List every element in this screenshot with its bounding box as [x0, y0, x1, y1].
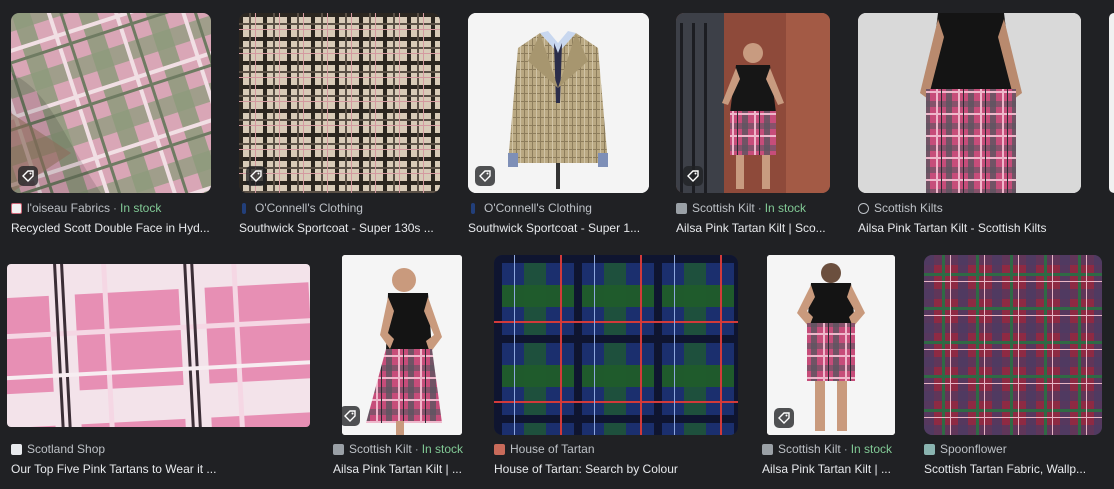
result-source-line: Spoonflower — [924, 441, 1102, 457]
image-results-grid: l'oiseau Fabrics · In stock Recycled Sco… — [0, 0, 1114, 489]
source-name: Spoonflower — [940, 442, 1007, 456]
price-tag-icon — [774, 408, 794, 428]
kilt-icon — [762, 443, 773, 455]
result-title[interactable]: Ailsa Pink Tartan Kilt | ... — [762, 461, 900, 477]
price-tag-icon — [246, 166, 266, 186]
result-card[interactable]: Scottish Kilt · In stock Ailsa Pink Tart… — [676, 13, 830, 238]
blue-green-tartan-image — [494, 255, 738, 435]
result-title[interactable]: Ailsa Pink Tartan Kilt | ... — [333, 461, 473, 477]
spoonflower-icon — [924, 443, 935, 455]
result-title[interactable]: Recycled Scott Double Face in Hyd... — [11, 220, 211, 236]
result-source-line: O'Connell's Clothing — [239, 200, 440, 216]
green-pink-plaid-fabric-image — [11, 13, 211, 193]
source-name: Scotland Shop — [27, 442, 106, 456]
result-title[interactable]: Ailsa Pink Tartan Kilt - Scottish Kilts — [858, 220, 1081, 236]
source-name: Scottish Kilts — [874, 201, 943, 215]
fabric-thumbnail[interactable] — [494, 255, 738, 435]
result-source-line: House of Tartan — [494, 441, 738, 457]
kilt-icon — [676, 202, 687, 214]
fabric-thumbnail[interactable] — [7, 264, 310, 427]
result-card[interactable]: House of Tartan House of Tartan: Search … — [494, 255, 738, 480]
source-name: O'Connell's Clothing — [484, 201, 592, 215]
fabric-thumbnail[interactable] — [924, 255, 1102, 435]
source-name: House of Tartan — [510, 442, 595, 456]
result-card[interactable]: O'Connell's Clothing Southwick Sportcoat… — [468, 13, 649, 238]
man-in-kilt-image — [342, 255, 462, 435]
stock-status: In stock — [850, 442, 893, 456]
multicolor-tartan-image — [924, 255, 1102, 435]
separator-dot: · — [414, 442, 419, 456]
result-card[interactable]: Scotland Shop Our Top Five Pink Tartans … — [7, 264, 310, 480]
result-card[interactable]: Scottish Kilt · In stock Ailsa Pink Tart… — [333, 255, 473, 480]
oconnells-icon — [242, 202, 246, 214]
result-source-line: l'oiseau Fabrics · In stock — [11, 200, 211, 216]
black-check-fabric-image — [239, 13, 440, 193]
oconnells-icon — [471, 202, 475, 214]
result-card[interactable]: O'Connell's Clothing Southwick Sportcoat… — [239, 13, 440, 238]
result-card[interactable]: Spoonflower Scottish Tartan Fabric, Wall… — [924, 255, 1102, 480]
price-tag-icon — [475, 166, 495, 186]
man-in-kilt-image — [858, 13, 1081, 193]
globe-icon — [858, 202, 869, 214]
partial-thumbnail — [1109, 13, 1114, 193]
next-result-card-partial[interactable] — [1109, 13, 1114, 238]
sportcoat-image — [468, 13, 649, 193]
source-name: Scottish Kilt — [349, 442, 412, 456]
house-of-tartan-icon — [494, 443, 505, 455]
result-card[interactable]: Scottish Kilt · In stock Ailsa Pink Tart… — [762, 255, 900, 480]
result-source-line: Scottish Kilts — [858, 200, 1081, 216]
separator-dot: · — [113, 201, 117, 215]
result-source-line: Scotland Shop — [11, 441, 314, 457]
price-tag-icon — [342, 406, 360, 426]
result-title[interactable]: Scottish Tartan Fabric, Wallp... — [924, 461, 1102, 477]
fabric-thumbnail[interactable] — [11, 13, 211, 193]
result-title[interactable]: Ailsa Pink Tartan Kilt | Sco... — [676, 220, 830, 236]
scotland-shop-icon — [11, 443, 22, 455]
sportcoat-thumbnail[interactable] — [468, 13, 649, 193]
kilt-thumbnail[interactable] — [767, 255, 895, 435]
result-title[interactable]: Our Top Five Pink Tartans to Wear it ... — [11, 461, 310, 477]
result-card[interactable]: l'oiseau Fabrics · In stock Recycled Sco… — [11, 13, 211, 238]
source-name: Scottish Kilt — [692, 201, 755, 215]
result-source-line: O'Connell's Clothing — [468, 200, 649, 216]
fabric-thumbnail[interactable] — [239, 13, 440, 193]
stock-status: In stock — [764, 201, 807, 215]
pink-white-tartan-image — [7, 264, 310, 427]
result-source-line: Scottish Kilt · In stock — [333, 441, 473, 457]
kilt-thumbnail[interactable] — [858, 13, 1081, 193]
kilt-icon — [333, 443, 344, 455]
result-title[interactable]: Southwick Sportcoat - Super 130s ... — [239, 220, 440, 236]
source-name: O'Connell's Clothing — [255, 201, 363, 215]
stock-status: In stock — [421, 442, 464, 456]
kilt-thumbnail[interactable] — [676, 13, 830, 193]
result-title[interactable]: Southwick Sportcoat - Super 1... — [468, 220, 649, 236]
price-tag-icon — [683, 166, 703, 186]
result-source-line: Scottish Kilt · In stock — [676, 200, 830, 216]
price-tag-icon — [18, 166, 38, 186]
stock-status: In stock — [120, 201, 162, 215]
source-name: l'oiseau Fabrics — [27, 201, 110, 215]
separator-dot: · — [757, 201, 762, 215]
result-title[interactable]: House of Tartan: Search by Colour — [494, 461, 738, 477]
fabric-icon — [11, 202, 22, 214]
source-name: Scottish Kilt — [778, 442, 841, 456]
separator-dot: · — [843, 442, 848, 456]
kilt-thumbnail[interactable] — [342, 255, 462, 435]
result-card[interactable]: Scottish Kilts Ailsa Pink Tartan Kilt - … — [858, 13, 1081, 238]
result-source-line: Scottish Kilt · In stock — [762, 441, 900, 457]
